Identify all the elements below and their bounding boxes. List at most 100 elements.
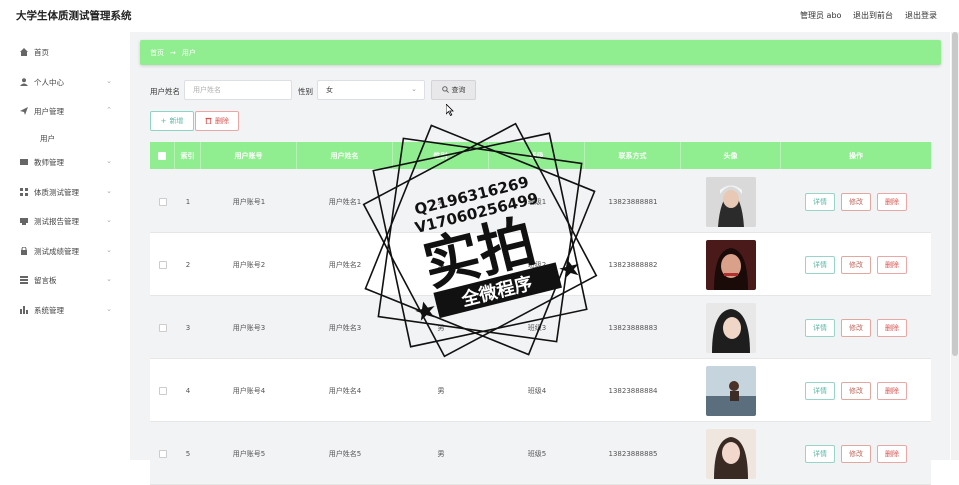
detail-button[interactable]: 详情: [805, 255, 835, 274]
header-account: 用户账号: [201, 142, 297, 169]
chevron-down-icon: ⌄: [106, 216, 112, 224]
sidebar-item-label: 教师管理: [34, 157, 64, 167]
apps-icon: [20, 188, 28, 196]
table-row: 4 用户账号4 用户姓名4 男 班级4 13823888884 详情 修改 删除: [150, 359, 931, 422]
row-phone: 13823888885: [608, 449, 658, 458]
row-checkbox[interactable]: [158, 323, 167, 332]
row-name: 用户姓名4: [328, 386, 362, 395]
lock-icon: [20, 246, 28, 255]
avatar: [706, 428, 756, 479]
checkbox[interactable]: [158, 151, 166, 160]
row-name: 用户姓名5: [328, 449, 362, 458]
trash-icon: [205, 117, 212, 126]
table-row: 5 用户账号5 用户姓名5 男 班级5 13823888885 详情 修改 删除: [150, 422, 931, 485]
search-icon: [441, 85, 449, 95]
logout-link[interactable]: 退出登录: [905, 10, 937, 21]
sidebar-item-label: 体质测试管理: [34, 187, 79, 197]
report-icon: [20, 217, 28, 225]
scrollbar-thumb[interactable]: [952, 32, 958, 356]
delete-button[interactable]: 删除: [877, 192, 907, 211]
sidebar-item-users[interactable]: 用户管理 ⌃: [20, 103, 120, 119]
user-icon: [20, 78, 28, 86]
row-phone: 13823888884: [608, 386, 658, 395]
sidebar-item-message-board[interactable]: 留言板 ⌄: [20, 272, 120, 288]
chevron-down-icon: ⌄: [106, 305, 112, 313]
row-checkbox[interactable]: [158, 386, 167, 395]
row-checkbox[interactable]: [158, 260, 167, 269]
add-button[interactable]: + 新增: [150, 111, 194, 131]
row-class: 班级4: [527, 386, 547, 395]
sidebar-item-home[interactable]: 首页: [20, 44, 120, 60]
row-account: 用户账号2: [232, 260, 266, 269]
send-icon: [20, 107, 28, 115]
avatar: [706, 176, 756, 227]
sidebar-item-test-scores[interactable]: 测试成绩管理 ⌄: [20, 243, 120, 259]
chevron-down-icon: ⌄: [106, 157, 112, 165]
detail-button[interactable]: 详情: [805, 318, 835, 337]
sidebar-item-teachers[interactable]: 教师管理 ⌄: [20, 154, 120, 170]
row-gender: 男: [437, 449, 445, 458]
sidebar-item-system[interactable]: 系统管理 ⌄: [20, 302, 120, 318]
chevron-down-icon: ⌄: [106, 77, 112, 85]
sidebar-subitem-users[interactable]: 用户: [40, 133, 55, 144]
admin-name: 管理员 abo: [800, 11, 842, 20]
breadcrumb-current: 用户: [181, 48, 196, 57]
chevron-down-icon: ⌄: [106, 246, 112, 254]
sidebar-item-test-reports[interactable]: 测试报告管理 ⌄: [20, 213, 120, 229]
header-select-all[interactable]: [150, 142, 175, 169]
breadcrumb: 首页 → 用户: [140, 40, 941, 65]
delete-button[interactable]: 删除: [877, 255, 907, 274]
search-button[interactable]: 查询: [431, 80, 476, 100]
plus-icon: +: [160, 117, 167, 125]
sidebar-item-label: 系统管理: [34, 305, 64, 315]
sidebar-item-profile[interactable]: 个人中心 ⌄: [20, 74, 120, 90]
header-index: 索引: [175, 142, 201, 169]
sidebar-item-label: 用户管理: [34, 106, 64, 116]
row-gender: 男: [437, 386, 445, 395]
avatar: [706, 365, 756, 416]
delete-button[interactable]: 删除: [877, 318, 907, 337]
chevron-down-icon: ⌄: [106, 275, 112, 283]
header-avatar: 头像: [681, 142, 781, 169]
breadcrumb-home[interactable]: 首页: [150, 48, 164, 58]
row-account: 用户账号4: [232, 386, 266, 395]
back-to-front-link[interactable]: 退出到前台: [853, 10, 893, 21]
list-icon: [20, 276, 28, 284]
edit-button[interactable]: 修改: [841, 318, 871, 337]
sidebar-item-label: 测试成绩管理: [34, 246, 79, 256]
row-class: 班级5: [527, 449, 547, 458]
row-index: 4: [185, 386, 191, 395]
row-account: 用户账号1: [232, 197, 266, 206]
watermark-stamp: Q2196316269 V17060256499 实拍 全微程序: [360, 120, 600, 360]
chart-icon: [20, 306, 28, 314]
row-index: 3: [185, 323, 191, 332]
chevron-up-icon: ⌃: [106, 106, 112, 114]
detail-button[interactable]: 详情: [805, 381, 835, 400]
breadcrumb-separator: →: [170, 48, 176, 57]
edit-button[interactable]: 修改: [841, 192, 871, 211]
sidebar-item-label: 测试报告管理: [34, 216, 79, 226]
edit-button[interactable]: 修改: [841, 255, 871, 274]
detail-button[interactable]: 详情: [805, 192, 835, 211]
gender-select[interactable]: 女 ⌄: [317, 80, 425, 100]
sidebar-item-label: 个人中心: [34, 77, 64, 87]
row-checkbox[interactable]: [158, 197, 167, 206]
row-checkbox[interactable]: [158, 449, 167, 458]
name-search-input[interactable]: 用户姓名: [184, 80, 292, 100]
gender-select-value: 女: [326, 86, 333, 94]
gender-filter-label: 性别: [298, 87, 313, 96]
delete-button[interactable]: 删除: [877, 381, 907, 400]
avatar: [706, 239, 756, 290]
edit-button[interactable]: 修改: [841, 381, 871, 400]
mouse-cursor-icon: [445, 101, 454, 120]
sidebar-item-fitness-tests[interactable]: 体质测试管理 ⌄: [20, 184, 120, 200]
sidebar-item-label: 留言板: [34, 275, 57, 285]
grid-icon: [20, 158, 28, 166]
chevron-down-icon: ⌄: [106, 187, 112, 195]
row-account: 用户账号3: [232, 323, 266, 332]
delete-selected-button[interactable]: 删除: [195, 111, 239, 131]
name-filter-label: 用户姓名: [150, 87, 180, 96]
row-index: 1: [185, 197, 191, 206]
sidebar-item-label: 首页: [34, 47, 49, 57]
header-actions: 操作: [849, 151, 863, 160]
